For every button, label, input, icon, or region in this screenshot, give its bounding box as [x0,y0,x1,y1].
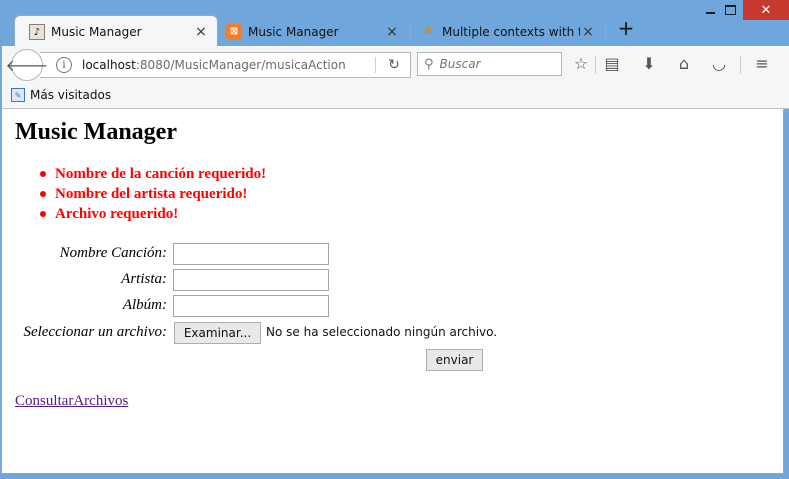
menu-icon[interactable]: ≡ [751,54,773,74]
navigation-toolbar: i localhost:8080/MusicManager/musicaActi… [1,46,789,84]
submit-button[interactable]: enviar [426,349,483,371]
song-name-row: Nombre Canción: [2,243,782,265]
tab-close-icon[interactable]: × [384,24,400,40]
search-input[interactable] [437,56,552,72]
new-tab-button[interactable]: + [614,16,638,40]
tab-music-manager-active[interactable]: ♪ Music Manager × [14,15,218,48]
browser-window: ✕ ♪ Music Manager × ⊠ Music Manager × ≡ … [0,0,789,479]
search-box[interactable]: ⚲ [417,52,562,76]
album-label: Albúm: [122,297,167,313]
tab-title: Multiple contexts with t... [442,24,580,39]
stackoverflow-icon: ≡ [423,26,433,37]
url-path: :8080/MusicManager/musicaAction [135,58,346,72]
album-row: Albúm: [2,295,782,317]
page-content: Music Manager Nombre de la canción reque… [1,109,784,474]
browse-file-button[interactable]: Examinar... [174,322,261,344]
bookmark-star-icon[interactable]: ☆ [570,54,592,74]
tab-music-manager[interactable]: ⊠ Music Manager × [212,17,408,46]
tab-divider [605,22,606,42]
tab-multiple-contexts[interactable]: ≡ Multiple contexts with t... × [406,17,604,46]
consultar-archivos-link[interactable]: ConsultarArchivos [15,393,128,410]
bookmark-folder-icon: ✎ [11,88,25,102]
tab-bar: ♪ Music Manager × ⊠ Music Manager × ≡ Mu… [0,14,789,48]
url-host: localhost [82,58,136,72]
reading-list-icon[interactable]: ▤ [601,54,623,74]
file-row: Seleccionar un archivo: Examinar... No s… [2,322,782,344]
info-icon[interactable]: i [56,57,72,73]
address-bar[interactable]: i localhost:8080/MusicManager/musicaActi… [40,52,411,78]
back-button[interactable]: 🡐 [6,49,48,81]
search-icon: ⚲ [424,56,434,72]
pocket-icon[interactable]: ◡ [708,54,730,74]
song-name-input[interactable] [173,243,329,265]
xampp-icon: ⊠ [226,23,242,40]
reload-icon[interactable]: ↻ [384,57,404,73]
divider [375,57,376,73]
tab-close-icon[interactable]: × [580,24,596,40]
music-app-icon: ♪ [29,24,45,40]
divider [740,56,741,74]
page-title: Music Manager [15,119,177,145]
back-arrow-icon: 🡐 [5,56,49,75]
file-status-text: No se ha seleccionado ningún archivo. [266,325,498,339]
file-label: Seleccionar un archivo: [23,324,167,340]
album-input[interactable] [173,295,329,317]
divider [595,56,596,74]
url-text[interactable]: localhost:8080/MusicManager/musicaAction [82,58,375,72]
bookmark-label: Más visitados [30,88,112,102]
bookmark-most-visited[interactable]: ✎ Más visitados [11,88,111,102]
artist-input[interactable] [173,269,329,291]
error-message: Nombre de la canción requerido! [40,164,266,184]
home-icon[interactable]: ⌂ [673,54,695,74]
song-name-label: Nombre Canción: [59,245,167,261]
downloads-icon[interactable]: ⬇ [638,54,660,74]
tab-close-icon[interactable]: × [193,24,209,40]
tab-title: Music Manager [51,25,142,39]
artist-row: Artista: [2,269,782,291]
artist-label: Artista: [121,271,167,287]
error-list: Nombre de la canción requerido! Nombre d… [40,164,266,224]
bookmarks-toolbar: ✎ Más visitados [1,84,789,109]
error-message: Nombre del artista requerido! [40,184,266,204]
tab-title: Music Manager [248,24,339,39]
error-message: Archivo requerido! [40,204,266,224]
